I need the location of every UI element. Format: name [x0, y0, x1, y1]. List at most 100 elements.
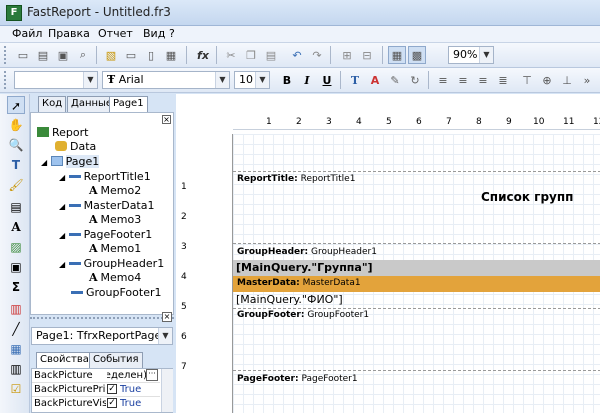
- menu-file[interactable]: Файл: [12, 27, 42, 40]
- expand-icon[interactable]: ◢: [41, 158, 47, 167]
- band-master-data-content[interactable]: [MainQuery."ФИО"]: [233, 292, 600, 308]
- align-right-icon[interactable]: ≡: [474, 71, 492, 89]
- paste-icon[interactable]: ▤: [262, 46, 280, 64]
- open-icon[interactable]: ▤: [34, 46, 52, 64]
- checkbox-tool-icon[interactable]: ☑: [7, 380, 25, 398]
- align-justify-icon[interactable]: ≣: [494, 71, 512, 89]
- tree-node-data[interactable]: Data: [55, 140, 96, 153]
- close-icon[interactable]: ×: [162, 115, 171, 124]
- tree-node-reporttitle1[interactable]: ◢ ReportTitle1: [59, 170, 151, 183]
- band-group-header[interactable]: [MainQuery."Группа"]: [233, 260, 600, 276]
- band-tool-icon[interactable]: ▤: [7, 198, 25, 216]
- tree-node-groupheader1[interactable]: ◢ GroupHeader1: [59, 257, 164, 270]
- zoom-icon[interactable]: 🔍: [7, 136, 25, 154]
- new-dialog-icon[interactable]: ▭: [122, 46, 140, 64]
- menu-edit[interactable]: Правка: [48, 27, 90, 40]
- bold-icon[interactable]: B: [278, 71, 296, 89]
- tree-node-memo2[interactable]: A Memo2: [89, 184, 141, 197]
- zoom-select[interactable]: 90% ▼: [448, 46, 494, 64]
- copy-icon[interactable]: ❐: [242, 46, 260, 64]
- new-icon[interactable]: ▭: [14, 46, 32, 64]
- select-arrow-icon[interactable]: ➚: [7, 96, 25, 114]
- chevron-down-icon[interactable]: ▼: [479, 47, 493, 63]
- band-page-footer[interactable]: PageFooter: PageFooter1: [233, 370, 600, 413]
- tree-node-page1[interactable]: ◢ Page1: [41, 155, 100, 168]
- line-tool-icon[interactable]: ╱: [7, 320, 25, 338]
- ungroup-icon[interactable]: ⊟: [358, 46, 376, 64]
- save-icon[interactable]: ▣: [54, 46, 72, 64]
- memo-group[interactable]: [MainQuery."Группа"]: [236, 261, 373, 274]
- menu-view[interactable]: Вид: [143, 27, 165, 40]
- chevron-down-icon[interactable]: ▼: [158, 328, 172, 344]
- highlight-icon[interactable]: ✎: [386, 71, 404, 89]
- align-top-icon[interactable]: ⊤: [518, 71, 536, 89]
- delete-page-icon[interactable]: ▯: [142, 46, 160, 64]
- function-icon[interactable]: fx: [194, 46, 212, 64]
- band-group-header-caption[interactable]: GroupHeader: GroupHeader1: [233, 243, 600, 260]
- band-report-title[interactable]: ReportTitle: ReportTitle1 Список групп: [233, 171, 600, 241]
- font-size-select[interactable]: 10 ▼: [234, 71, 270, 89]
- font-settings-icon[interactable]: T: [346, 71, 364, 89]
- tree-node-memo1[interactable]: A Memo1: [89, 242, 141, 255]
- redo-icon[interactable]: ↷: [308, 46, 326, 64]
- ellipsis-button[interactable]: ···: [146, 369, 158, 381]
- scrollbar[interactable]: [161, 369, 173, 412]
- font-color-icon[interactable]: A: [366, 71, 384, 89]
- band-master-data[interactable]: MasterData: MasterData1: [233, 276, 600, 292]
- hand-icon[interactable]: ✋: [7, 116, 25, 134]
- cut-icon[interactable]: ✂: [222, 46, 240, 64]
- tree-node-pagefooter1[interactable]: ◢ PageFooter1: [59, 228, 152, 241]
- tree-node-masterdata1[interactable]: ◢ MasterData1: [59, 199, 155, 212]
- chevron-down-icon[interactable]: ▼: [255, 72, 269, 88]
- band-group-footer[interactable]: GroupFooter: GroupFooter1: [233, 308, 600, 363]
- tree-node-memo4[interactable]: A Memo4: [89, 271, 141, 284]
- prop-row[interactable]: BackPictureVis ✓ True: [32, 397, 160, 411]
- prop-row[interactable]: BackPicture (Неопределен) ···: [32, 369, 160, 383]
- tab-events[interactable]: События: [89, 352, 143, 368]
- chevron-down-icon[interactable]: ▼: [83, 72, 97, 88]
- align-left-icon[interactable]: ≡: [434, 71, 452, 89]
- close-icon[interactable]: ×: [162, 312, 172, 322]
- expand-icon[interactable]: ◢: [59, 260, 65, 269]
- chart-tool-icon[interactable]: ▥: [7, 300, 25, 318]
- checkbox[interactable]: ✓: [107, 398, 117, 408]
- splitter[interactable]: [30, 317, 174, 322]
- underline-icon[interactable]: U: [318, 71, 336, 89]
- tab-properties[interactable]: Свойства: [36, 352, 93, 368]
- style-select[interactable]: ▼: [14, 71, 98, 89]
- align-to-grid-icon[interactable]: ▩: [408, 46, 426, 64]
- menu-help[interactable]: ?: [169, 27, 175, 40]
- show-grid-icon[interactable]: ▦: [388, 46, 406, 64]
- tab-page[interactable]: Page1: [109, 96, 148, 112]
- tree-node-report[interactable]: Report: [37, 126, 88, 139]
- font-name-select[interactable]: Ŧ Arial ▼: [102, 71, 230, 89]
- undo-icon[interactable]: ↶: [288, 46, 306, 64]
- text-tool-icon[interactable]: T: [7, 156, 25, 174]
- barcode-icon[interactable]: ▥: [7, 360, 25, 378]
- menu-report[interactable]: Отчет: [98, 27, 133, 40]
- preview-icon[interactable]: ⌕: [74, 46, 92, 64]
- tab-code[interactable]: Код: [38, 96, 67, 112]
- sum-icon[interactable]: Σ: [7, 278, 25, 296]
- format-painter-icon[interactable]: 🖌: [7, 176, 25, 194]
- group-icon[interactable]: ⊞: [338, 46, 356, 64]
- chevron-down-icon[interactable]: ▼: [215, 72, 229, 88]
- tree-node-memo3[interactable]: A Memo3: [89, 213, 141, 226]
- checkbox[interactable]: ✓: [107, 384, 117, 394]
- tree-node-groupfooter1[interactable]: GroupFooter1: [71, 286, 162, 299]
- memo-fio[interactable]: [MainQuery."ФИО"]: [236, 293, 343, 306]
- expand-icon[interactable]: ◢: [59, 173, 65, 182]
- align-center-icon[interactable]: ≡: [454, 71, 472, 89]
- object-selector[interactable]: Page1: TfrxReportPage ▼: [31, 327, 173, 345]
- prop-row[interactable]: BackPicturePri ✓ True: [32, 383, 160, 397]
- picture-tool-icon[interactable]: ▨: [7, 238, 25, 256]
- subreport-icon[interactable]: ▣: [7, 258, 25, 276]
- page-settings-icon[interactable]: ▦: [162, 46, 180, 64]
- memo-report-title[interactable]: Список групп: [481, 190, 573, 204]
- align-bottom-icon[interactable]: ⊥: [558, 71, 576, 89]
- expand-icon[interactable]: ◢: [59, 202, 65, 211]
- expand-icon[interactable]: ◢: [59, 231, 65, 240]
- memo-tool-icon[interactable]: A: [7, 218, 25, 236]
- italic-icon[interactable]: I: [298, 71, 316, 89]
- rotation-icon[interactable]: ↻: [406, 71, 424, 89]
